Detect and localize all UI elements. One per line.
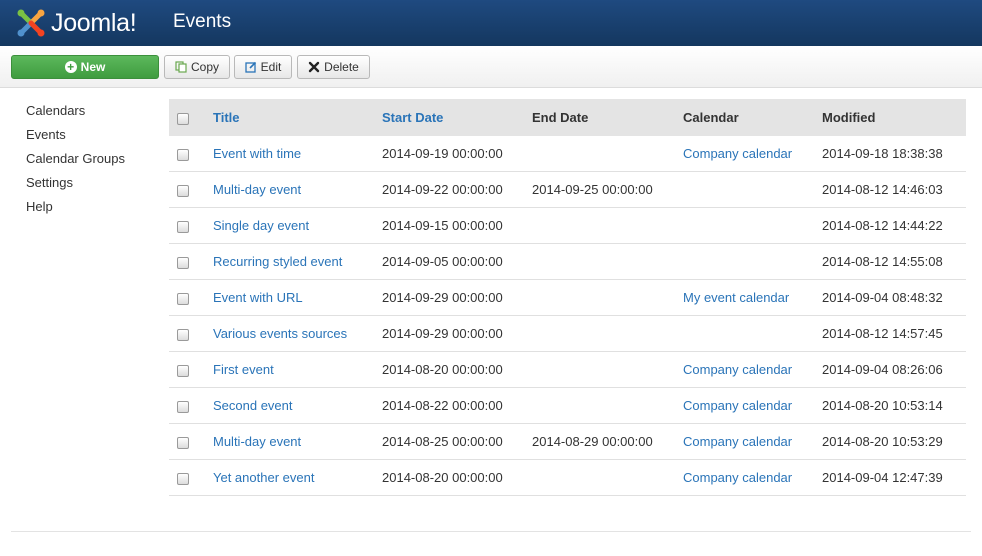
modified-cell: 2014-08-12 14:44:22 bbox=[822, 218, 943, 233]
page-title: Events bbox=[173, 11, 232, 32]
toolbar: + New Copy Edit Delete bbox=[0, 46, 982, 88]
row-checkbox[interactable] bbox=[177, 293, 189, 305]
calendar-link[interactable]: Company calendar bbox=[683, 424, 792, 459]
sidebar-item-calendars[interactable]: Calendars bbox=[26, 102, 125, 126]
edit-icon bbox=[245, 61, 257, 73]
event-title-link[interactable]: Second event bbox=[213, 388, 293, 423]
sidebar-item-help[interactable]: Help bbox=[26, 198, 125, 222]
copy-button-label: Copy bbox=[190, 60, 219, 74]
column-header-end-date: End Date bbox=[532, 110, 589, 125]
start-date-cell: 2014-08-22 00:00:00 bbox=[382, 398, 503, 413]
edit-button-label: Edit bbox=[260, 60, 282, 74]
sidebar-item-calendar-groups[interactable]: Calendar Groups bbox=[26, 150, 125, 174]
event-title-link[interactable]: Multi-day event bbox=[213, 424, 301, 459]
start-date-cell: 2014-09-22 00:00:00 bbox=[382, 182, 503, 197]
start-date-cell: 2014-09-29 00:00:00 bbox=[382, 326, 503, 341]
modified-cell: 2014-08-20 10:53:14 bbox=[822, 398, 943, 413]
table-row: Various events sources 2014-09-29 00:00:0… bbox=[169, 316, 966, 352]
modified-cell: 2014-09-18 18:38:38 bbox=[822, 146, 943, 161]
edit-button[interactable]: Edit bbox=[234, 55, 292, 79]
row-checkbox[interactable] bbox=[177, 329, 189, 341]
column-header-title[interactable]: Title bbox=[213, 99, 240, 136]
calendar-link[interactable]: My event calendar bbox=[683, 280, 789, 315]
column-header-modified: Modified bbox=[822, 110, 876, 125]
table-row: First event 2014-08-20 00:00:00 Company ca… bbox=[169, 352, 966, 388]
row-checkbox[interactable] bbox=[177, 401, 189, 413]
app-header: Joomla! Events bbox=[0, 0, 982, 46]
modified-cell: 2014-08-20 10:53:29 bbox=[822, 434, 943, 449]
calendar-link[interactable]: Company calendar bbox=[683, 352, 792, 387]
table-row: Second event 2014-08-22 00:00:00 Company c… bbox=[169, 388, 966, 424]
modified-cell: 2014-09-04 08:26:06 bbox=[822, 362, 943, 377]
modified-cell: 2014-08-12 14:46:03 bbox=[822, 182, 943, 197]
delete-button[interactable]: Delete bbox=[297, 55, 370, 79]
row-checkbox[interactable] bbox=[177, 473, 189, 485]
start-date-cell: 2014-08-25 00:00:00 bbox=[382, 434, 503, 449]
table-body: Event with time 2014-09-19 00:00:00 Compan… bbox=[169, 136, 966, 496]
row-checkbox[interactable] bbox=[177, 365, 189, 377]
start-date-cell: 2014-09-15 00:00:00 bbox=[382, 218, 503, 233]
start-date-cell: 2014-09-29 00:00:00 bbox=[382, 290, 503, 305]
row-checkbox[interactable] bbox=[177, 221, 189, 233]
start-date-cell: 2014-09-19 00:00:00 bbox=[382, 146, 503, 161]
event-title-link[interactable]: Yet another event bbox=[213, 460, 314, 495]
footer-divider bbox=[11, 531, 971, 532]
table-row: Multi-day event 2014-08-25 00:00:00 2014-0… bbox=[169, 424, 966, 460]
sidebar: Calendars Events Calendar Groups Setting… bbox=[26, 102, 125, 222]
calendar-link[interactable]: Company calendar bbox=[683, 136, 792, 171]
table-row: Event with URL 2014-09-29 00:00:00 My even… bbox=[169, 280, 966, 316]
event-title-link[interactable]: Multi-day event bbox=[213, 172, 301, 207]
table-row: Yet another event 2014-08-20 00:00:00 Comp… bbox=[169, 460, 966, 496]
table-header: Title Start Date End Date Calendar Modif… bbox=[169, 99, 966, 136]
modified-cell: 2014-08-12 14:57:45 bbox=[822, 326, 943, 341]
plus-circle-icon: + bbox=[64, 61, 77, 73]
joomla-logo[interactable]: Joomla! bbox=[14, 4, 164, 42]
select-all-checkbox[interactable] bbox=[177, 113, 189, 125]
modified-cell: 2014-08-12 14:55:08 bbox=[822, 254, 943, 269]
modified-cell: 2014-09-04 12:47:39 bbox=[822, 470, 943, 485]
new-button-label: New bbox=[80, 60, 106, 74]
row-checkbox[interactable] bbox=[177, 257, 189, 269]
row-checkbox[interactable] bbox=[177, 185, 189, 197]
logo-text: Joomla! bbox=[51, 8, 137, 37]
sidebar-item-events[interactable]: Events bbox=[26, 126, 125, 150]
start-date-cell: 2014-08-20 00:00:00 bbox=[382, 470, 503, 485]
modified-cell: 2014-09-04 08:48:32 bbox=[822, 290, 943, 305]
table-row: Single day event 2014-09-15 00:00:00 2014-… bbox=[169, 208, 966, 244]
calendar-link[interactable]: Company calendar bbox=[683, 460, 792, 495]
start-date-cell: 2014-08-20 00:00:00 bbox=[382, 362, 503, 377]
table-row: Recurring styled event 2014-09-05 00:00:0… bbox=[169, 244, 966, 280]
end-date-cell: 2014-09-25 00:00:00 bbox=[532, 182, 653, 197]
close-icon bbox=[308, 61, 320, 73]
joomla-logo-icon bbox=[17, 9, 45, 37]
table-row: Event with time 2014-09-19 00:00:00 Compan… bbox=[169, 136, 966, 172]
event-title-link[interactable]: First event bbox=[213, 352, 274, 387]
sidebar-item-settings[interactable]: Settings bbox=[26, 174, 125, 198]
events-table: Title Start Date End Date Calendar Modif… bbox=[169, 99, 966, 496]
row-checkbox[interactable] bbox=[177, 149, 189, 161]
delete-button-label: Delete bbox=[324, 60, 359, 74]
calendar-link[interactable]: Company calendar bbox=[683, 388, 792, 423]
column-header-calendar: Calendar bbox=[683, 110, 739, 125]
event-title-link[interactable]: Single day event bbox=[213, 208, 309, 243]
event-title-link[interactable]: Event with time bbox=[213, 136, 301, 171]
event-title-link[interactable]: Various events sources bbox=[213, 316, 347, 351]
copy-button[interactable]: Copy bbox=[164, 55, 230, 79]
row-checkbox[interactable] bbox=[177, 437, 189, 449]
new-button[interactable]: + New bbox=[11, 55, 159, 79]
table-row: Multi-day event 2014-09-22 00:00:00 2014-0… bbox=[169, 172, 966, 208]
start-date-cell: 2014-09-05 00:00:00 bbox=[382, 254, 503, 269]
column-header-start-date[interactable]: Start Date bbox=[382, 99, 443, 136]
event-title-link[interactable]: Recurring styled event bbox=[213, 244, 342, 279]
end-date-cell: 2014-08-29 00:00:00 bbox=[532, 434, 653, 449]
copy-icon bbox=[175, 61, 187, 73]
event-title-link[interactable]: Event with URL bbox=[213, 280, 303, 315]
